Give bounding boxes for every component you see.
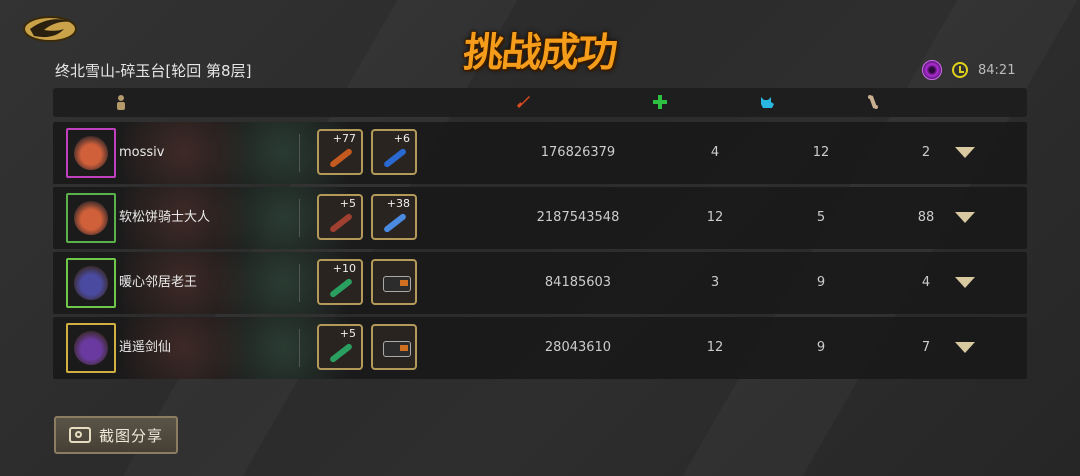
timer-value: 84:21 bbox=[978, 62, 1016, 78]
table-row: mossiv +77 +6 176826379 4 12 2 bbox=[53, 122, 1027, 184]
camera-icon bbox=[68, 427, 91, 443]
avatar-portrait bbox=[74, 266, 108, 300]
table-row: 逍遥剑仙 +5 28043610 12 9 7 bbox=[53, 317, 1027, 379]
share-button-label: 截图分享 bbox=[98, 426, 163, 445]
table-row: 暖心邻居老王 +10 84185603 3 9 4 bbox=[53, 252, 1027, 314]
expand-arrow-icon[interactable] bbox=[955, 342, 975, 353]
avatar[interactable] bbox=[66, 193, 116, 243]
avatar[interactable] bbox=[66, 128, 116, 178]
avatar-portrait bbox=[74, 201, 108, 235]
equipment-slot[interactable]: +5 bbox=[317, 324, 363, 370]
weapon-icon bbox=[328, 147, 354, 169]
enhance-level: +77 bbox=[332, 132, 356, 145]
equipment-slot[interactable]: +38 bbox=[371, 194, 417, 240]
enhance-level: +5 bbox=[339, 197, 356, 210]
heal-value: 12 bbox=[706, 340, 724, 355]
gun-icon bbox=[383, 276, 411, 292]
mount-fox-icon bbox=[759, 94, 775, 110]
equipment-slot[interactable]: +10 bbox=[317, 259, 363, 305]
divider bbox=[299, 199, 300, 237]
back-swirl-icon bbox=[23, 16, 77, 42]
divider bbox=[299, 329, 300, 367]
equipment-slot[interactable] bbox=[371, 324, 417, 370]
damage-value: 2187543548 bbox=[536, 210, 620, 225]
expand-arrow-icon[interactable] bbox=[955, 277, 975, 288]
avatar-portrait bbox=[74, 136, 108, 170]
damage-value: 84185603 bbox=[544, 275, 612, 290]
expand-arrow-icon[interactable] bbox=[955, 212, 975, 223]
table-header bbox=[53, 88, 1027, 117]
weapon-icon bbox=[382, 212, 408, 234]
heal-cross-icon bbox=[652, 94, 668, 110]
screenshot-share-button[interactable]: 截图分享 bbox=[54, 416, 178, 454]
weapon-icon bbox=[328, 342, 354, 364]
bone-value: 4 bbox=[921, 275, 931, 290]
divider bbox=[299, 134, 300, 172]
vortex-icon bbox=[922, 60, 942, 80]
stage-name: 终北雪山-碎玉台[轮回 第8层] bbox=[55, 62, 252, 80]
enhance-level: +38 bbox=[386, 197, 410, 210]
enhance-level: +6 bbox=[393, 132, 410, 145]
bone-value: 2 bbox=[921, 145, 931, 160]
equipment-slot[interactable] bbox=[371, 259, 417, 305]
heal-value: 12 bbox=[706, 210, 724, 225]
gun-icon bbox=[383, 341, 411, 357]
equipment-slot[interactable]: +6 bbox=[371, 129, 417, 175]
enhance-level: +5 bbox=[339, 327, 356, 340]
challenge-success-title: 挑战成功 bbox=[461, 30, 618, 76]
player-icon bbox=[113, 94, 129, 110]
mount-value: 5 bbox=[816, 210, 826, 225]
heal-value: 3 bbox=[710, 275, 720, 290]
equipment-slot[interactable]: +77 bbox=[317, 129, 363, 175]
equipment-slot[interactable]: +5 bbox=[317, 194, 363, 240]
player-name: 逍遥剑仙 bbox=[119, 340, 172, 355]
player-name: 软松饼骑士大人 bbox=[119, 210, 211, 225]
divider bbox=[299, 264, 300, 302]
weapon-icon bbox=[382, 147, 408, 169]
enhance-level: +10 bbox=[332, 262, 356, 275]
heal-value: 4 bbox=[710, 145, 720, 160]
mount-value: 9 bbox=[816, 275, 826, 290]
avatar[interactable] bbox=[66, 323, 116, 373]
timer-area: 84:21 bbox=[922, 60, 1015, 80]
player-name: mossiv bbox=[119, 145, 165, 160]
avatar[interactable] bbox=[66, 258, 116, 308]
avatar-portrait bbox=[74, 331, 108, 365]
damage-value: 176826379 bbox=[540, 145, 616, 160]
bone-icon bbox=[865, 94, 881, 110]
bone-value: 7 bbox=[921, 340, 931, 355]
weapon-icon bbox=[328, 277, 354, 299]
damage-sword-icon bbox=[515, 94, 531, 110]
mount-value: 9 bbox=[816, 340, 826, 355]
damage-value: 28043610 bbox=[544, 340, 612, 355]
mount-value: 12 bbox=[812, 145, 830, 160]
table-row: 软松饼骑士大人 +5 +38 2187543548 12 5 88 bbox=[53, 187, 1027, 249]
player-name: 暖心邻居老王 bbox=[119, 275, 198, 290]
clock-icon bbox=[952, 62, 968, 78]
weapon-icon bbox=[328, 212, 354, 234]
back-button[interactable] bbox=[20, 10, 78, 44]
expand-arrow-icon[interactable] bbox=[955, 147, 975, 158]
bone-value: 88 bbox=[917, 210, 935, 225]
